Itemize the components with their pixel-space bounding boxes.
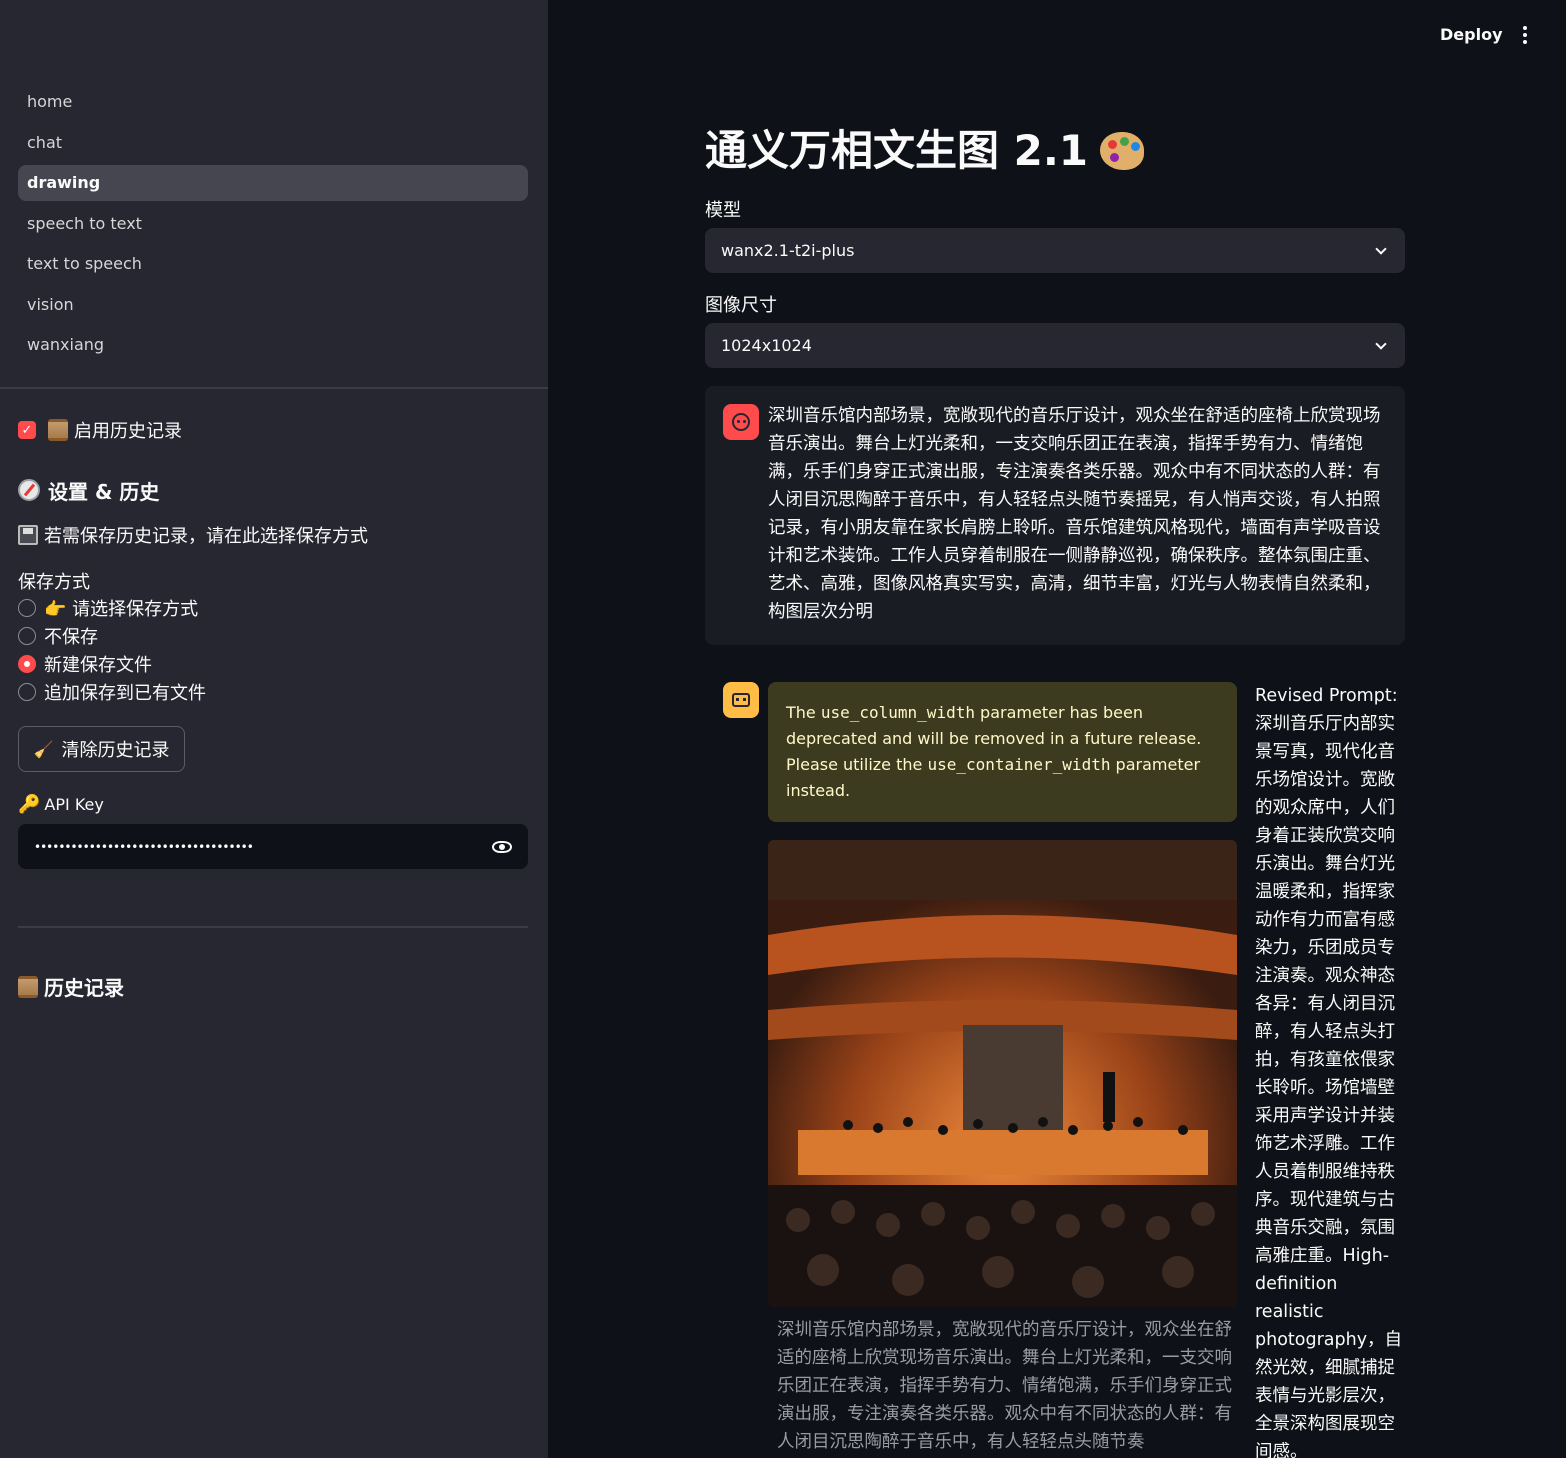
- deprecation-warning: The use_column_width parameter has been …: [768, 682, 1237, 822]
- settings-heading: 设置 & 历史: [18, 474, 528, 506]
- warning-code: use_container_width: [927, 755, 1111, 774]
- palette-icon: [1100, 132, 1145, 170]
- warning-code: use_column_width: [820, 703, 975, 722]
- broom-icon: 🧹: [33, 739, 54, 759]
- sidebar-nav: home chat drawing speech to text text to…: [18, 84, 528, 368]
- chevron-down-icon: [1375, 337, 1387, 350]
- model-select[interactable]: wanx2.1-t2i-plus: [705, 228, 1405, 273]
- save-option-label: 👉 请选择保存方式: [44, 599, 199, 620]
- model-value: wanx2.1-t2i-plus: [721, 241, 855, 260]
- floppy-disk-icon: [18, 525, 38, 545]
- api-key-value[interactable]: ••••••••••••••••••••••••••••••••••••: [34, 840, 254, 854]
- page-title: 通义万相文生图 2.1: [705, 126, 1089, 175]
- model-label: 模型: [705, 200, 741, 221]
- checkbox-checked-icon[interactable]: ✓: [18, 421, 36, 439]
- settings-title: 设置 & 历史: [48, 479, 160, 504]
- generated-image: [768, 840, 1237, 1307]
- nav-item-text-to-speech[interactable]: text to speech: [18, 246, 528, 282]
- deploy-button[interactable]: Deploy: [1440, 24, 1503, 46]
- save-hint-text: 若需保存历史记录，请在此选择保存方式: [44, 526, 368, 547]
- compass-icon: [18, 479, 40, 501]
- radio-selected-icon[interactable]: [18, 655, 36, 673]
- enable-history-checkbox[interactable]: ✓ 启用历史记录: [18, 414, 528, 446]
- save-option-none[interactable]: 不保存: [18, 622, 528, 650]
- assistant-avatar-icon: [723, 682, 759, 718]
- scroll-icon: [48, 419, 68, 441]
- size-value: 1024x1024: [721, 336, 812, 355]
- user-prompt-text: 深圳音乐馆内部场景，宽敞现代的音乐厅设计，观众坐在舒适的座椅上欣赏现场音乐演出。…: [768, 406, 1381, 622]
- api-key-label-row: 🔑 API Key: [18, 792, 528, 816]
- chevron-down-icon: [1375, 242, 1387, 255]
- sidebar-settings: ✓ 启用历史记录 设置 & 历史 若需保存历史记录，请在此选择保存方式 保存方式…: [18, 414, 528, 869]
- eye-icon[interactable]: [492, 840, 512, 853]
- clear-history-label: 清除历史记录: [61, 740, 170, 761]
- api-key-input[interactable]: ••••••••••••••••••••••••••••••••••••: [18, 824, 528, 869]
- size-label: 图像尺寸: [705, 295, 777, 316]
- nav-item-drawing[interactable]: drawing: [18, 165, 528, 201]
- save-option-label: 追加保存到已有文件: [44, 683, 206, 704]
- enable-history-label: 启用历史记录: [74, 421, 182, 442]
- save-hint: 若需保存历史记录，请在此选择保存方式: [18, 520, 528, 550]
- save-option-choose[interactable]: 👉 请选择保存方式: [18, 594, 528, 622]
- scroll-icon: [18, 975, 38, 998]
- nav-item-home[interactable]: home: [18, 84, 528, 120]
- page-title-row: 通义万相文生图 2.1: [705, 120, 1405, 182]
- sidebar-divider: [18, 926, 528, 928]
- save-option-new-file[interactable]: 新建保存文件: [18, 650, 528, 678]
- nav-item-speech-to-text[interactable]: speech to text: [18, 206, 528, 242]
- nav-item-vision[interactable]: vision: [18, 287, 528, 323]
- api-key-label: API Key: [44, 794, 104, 814]
- main-content: 通义万相文生图 2.1 模型 wanx2.1-t2i-plus 图像尺寸 102…: [705, 120, 1405, 368]
- more-options-icon[interactable]: [1516, 24, 1534, 46]
- size-select[interactable]: 1024x1024: [705, 323, 1405, 368]
- save-option-label: 不保存: [44, 627, 98, 648]
- radio-unselected-icon[interactable]: [18, 599, 36, 617]
- user-avatar-icon: [723, 404, 759, 440]
- sidebar: home chat drawing speech to text text to…: [0, 0, 548, 1458]
- save-option-label: 新建保存文件: [44, 655, 152, 676]
- user-chat-message: 深圳音乐馆内部场景，宽敞现代的音乐厅设计，观众坐在舒适的座椅上欣赏现场音乐演出。…: [705, 386, 1405, 645]
- revised-prompt: Revised Prompt: 深圳音乐厅内部实景写真，现代化音乐场馆设计。宽敞…: [1255, 686, 1403, 1458]
- history-heading: 历史记录: [18, 972, 124, 1001]
- nav-divider: [0, 387, 548, 389]
- history-title: 历史记录: [44, 976, 124, 1000]
- radio-unselected-icon[interactable]: [18, 683, 36, 701]
- nav-item-wanxiang[interactable]: wanxiang: [18, 327, 528, 363]
- save-option-append[interactable]: 追加保存到已有文件: [18, 678, 528, 706]
- warning-text: The: [786, 703, 821, 722]
- save-mode-radio-group: 👉 请选择保存方式 不保存 新建保存文件 追加保存到已有文件: [18, 594, 528, 706]
- radio-unselected-icon[interactable]: [18, 627, 36, 645]
- nav-item-chat[interactable]: chat: [18, 125, 528, 161]
- key-icon: 🔑: [18, 793, 41, 815]
- concert-hall-image: [768, 840, 1237, 1307]
- save-mode-label: 保存方式: [18, 572, 90, 593]
- clear-history-button[interactable]: 🧹 清除历史记录: [18, 726, 185, 772]
- image-caption: 深圳音乐馆内部场景，宽敞现代的音乐厅设计，观众坐在舒适的座椅上欣赏现场音乐演出。…: [777, 1320, 1232, 1452]
